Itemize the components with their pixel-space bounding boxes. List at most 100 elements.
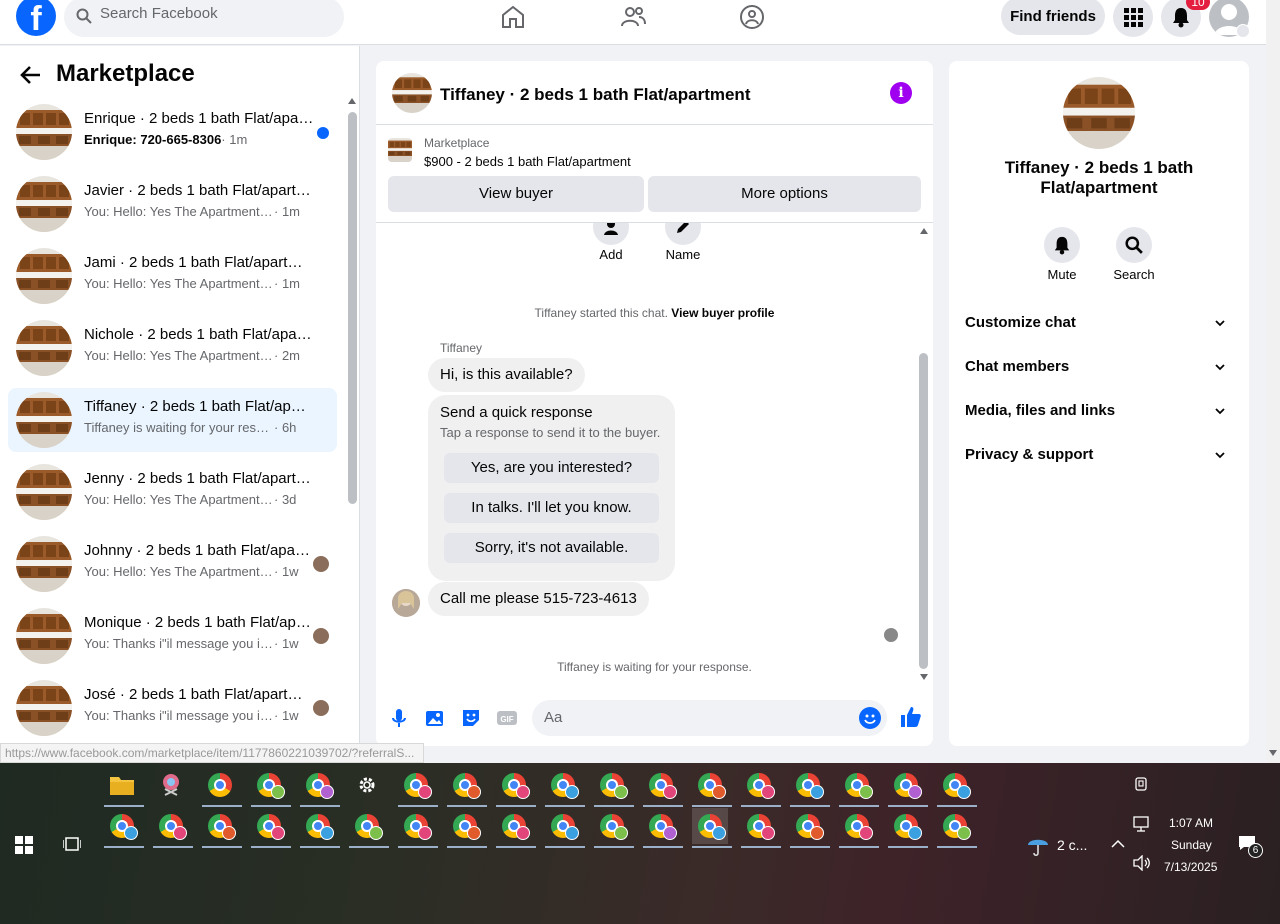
chrome-profile-icon[interactable] (251, 767, 291, 807)
meet-now-icon[interactable] (1133, 776, 1149, 792)
chrome-profile-icon[interactable] (398, 767, 438, 807)
chrome-profile-icon[interactable] (937, 808, 977, 848)
settings-gear-icon[interactable] (349, 767, 385, 803)
chrome-profile-icon[interactable] (447, 808, 487, 848)
details-section-row[interactable]: Privacy & support (965, 435, 1233, 475)
more-options-button[interactable]: More options (648, 176, 921, 212)
sticker-icon[interactable] (460, 707, 482, 729)
conversation-avatar[interactable] (16, 320, 72, 376)
search-input[interactable] (100, 5, 320, 22)
details-avatar[interactable] (1063, 77, 1135, 149)
conversation-item[interactable]: Johnny · 2 beds 1 bath Flat/apartment You… (8, 532, 337, 596)
chrome-profile-icon[interactable] (545, 767, 585, 807)
conversation-avatar[interactable] (16, 248, 72, 304)
conversation-avatar[interactable] (16, 392, 72, 448)
chrome-profile-icon[interactable] (741, 767, 781, 807)
chrome-profile-icon[interactable] (202, 808, 242, 848)
quick-response-yes-button[interactable]: Yes, are you interested? (444, 453, 659, 483)
network-icon[interactable] (1133, 816, 1151, 832)
chat-scroll-up-arrow[interactable] (920, 228, 928, 234)
chrome-profile-icon[interactable] (692, 767, 732, 807)
chrome-profile-icon[interactable] (643, 808, 683, 848)
details-section-row[interactable]: Customize chat (965, 303, 1233, 343)
quick-response-not-available-button[interactable]: Sorry, it's not available. (444, 533, 659, 563)
chrome-profile-icon[interactable] (300, 808, 340, 848)
groups-icon[interactable] (738, 3, 766, 31)
chrome-profile-icon[interactable] (888, 767, 928, 807)
conversation-item[interactable]: Tiffaney · 2 beds 1 bath Flat/apartment T… (8, 388, 337, 452)
mute-button[interactable] (1044, 227, 1080, 263)
chrome-profile-icon[interactable] (349, 808, 389, 848)
clock-time[interactable]: 1:07 AM (1169, 816, 1213, 830)
chrome-profile-icon[interactable] (741, 808, 781, 848)
chrome-profile-icon[interactable] (594, 767, 634, 807)
chat-scroll-down-arrow[interactable] (920, 674, 928, 680)
weather-text[interactable]: 2 c... (1057, 837, 1087, 853)
add-button[interactable] (593, 223, 629, 245)
view-buyer-profile-link[interactable]: View buyer profile (671, 306, 774, 320)
conversation-avatar[interactable] (16, 680, 72, 736)
like-thumb-icon[interactable] (899, 705, 923, 729)
account-chevron-icon[interactable] (1236, 24, 1250, 38)
chrome-profile-icon[interactable] (839, 808, 879, 848)
listing-price[interactable]: $900 - 2 beds 1 bath Flat/apartment (424, 154, 631, 169)
weather-umbrella-icon[interactable] (1026, 833, 1050, 857)
conversation-avatar[interactable] (16, 104, 72, 160)
facebook-logo[interactable]: f (16, 0, 56, 36)
quick-response-in-talks-button[interactable]: In talks. I'll let you know. (444, 493, 659, 523)
chrome-profile-icon[interactable] (104, 808, 144, 848)
chevron-up-icon[interactable] (1111, 839, 1125, 849)
chrome-profile-icon[interactable] (496, 808, 536, 848)
chrome-profile-icon[interactable] (790, 767, 830, 807)
menu-button[interactable] (1113, 0, 1153, 37)
conversation-item[interactable]: Jami · 2 beds 1 bath Flat/apartment You: … (8, 244, 337, 308)
chrome-profile-icon[interactable] (496, 767, 536, 807)
conversation-avatar[interactable] (16, 536, 72, 592)
conversation-item[interactable]: Monique · 2 beds 1 bath Flat/apartment Yo… (8, 604, 337, 668)
chat-title[interactable]: Tiffaney · 2 beds 1 bath Flat/apartment (440, 85, 750, 105)
chrome-profile-icon[interactable] (447, 767, 487, 807)
windows-start-icon[interactable] (15, 836, 33, 854)
clock-day[interactable]: Sunday (1171, 838, 1212, 852)
chrome-profile-icon[interactable] (251, 808, 291, 848)
search-chat-button[interactable] (1116, 227, 1152, 263)
task-view-icon[interactable] (63, 836, 81, 852)
chrome-profile-icon[interactable] (594, 808, 634, 848)
message-bubble[interactable]: Hi, is this available? (428, 358, 585, 392)
friends-icon[interactable] (619, 3, 647, 31)
conversation-avatar[interactable] (16, 176, 72, 232)
info-icon[interactable]: i (890, 82, 912, 104)
chat-scrollbar[interactable] (919, 353, 928, 669)
chrome-profile-icon[interactable] (153, 808, 193, 848)
view-buyer-button[interactable]: View buyer (388, 176, 644, 212)
chat-avatar[interactable] (392, 73, 432, 113)
home-icon[interactable] (499, 3, 527, 31)
find-friends-button[interactable]: Find friends (1001, 0, 1105, 35)
sender-avatar[interactable] (392, 589, 420, 617)
gif-icon[interactable]: GIF (496, 707, 518, 729)
listing-thumbnail[interactable] (388, 138, 412, 162)
name-button[interactable] (665, 223, 701, 245)
snipping-tool-icon[interactable] (153, 767, 189, 803)
page-scroll-down-arrow[interactable] (1269, 750, 1277, 756)
chrome-profile-icon[interactable] (888, 808, 928, 848)
message-input[interactable] (544, 709, 844, 726)
chrome-profile-icon[interactable] (790, 808, 830, 848)
message-bubble[interactable]: Call me please 515-723-4613 (428, 582, 649, 616)
conversation-item[interactable]: Jenny · 2 beds 1 bath Flat/apartment You:… (8, 460, 337, 524)
details-section-row[interactable]: Media, files and links (965, 391, 1233, 431)
conversation-item[interactable]: Javier · 2 beds 1 bath Flat/apartment You… (8, 172, 337, 236)
chrome-profile-icon[interactable] (300, 767, 340, 807)
chrome-profile-icon[interactable] (643, 767, 683, 807)
back-arrow-icon[interactable] (20, 64, 42, 86)
microphone-icon[interactable] (388, 707, 410, 729)
message-input-wrapper[interactable] (532, 700, 887, 736)
emoji-icon[interactable] (859, 707, 881, 729)
sidebar-scrollbar[interactable] (348, 112, 357, 504)
file-explorer-icon[interactable] (104, 767, 144, 807)
photo-icon[interactable] (424, 707, 446, 729)
volume-icon[interactable] (1133, 855, 1151, 871)
chrome-profile-icon[interactable] (398, 808, 438, 848)
conversation-item[interactable]: Nichole · 2 beds 1 bath Flat/apartment Yo… (8, 316, 337, 380)
chrome-profile-icon[interactable] (839, 767, 879, 807)
